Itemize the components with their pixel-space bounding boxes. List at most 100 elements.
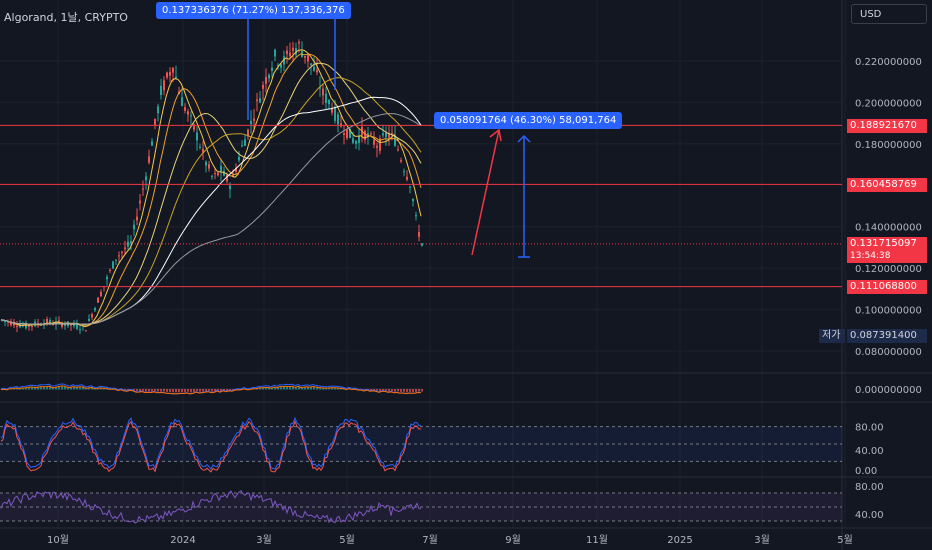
candle-body — [391, 132, 393, 135]
price-axis-tick: 0.080000000 — [855, 347, 922, 358]
candle-body — [88, 318, 90, 321]
candle-body — [115, 259, 117, 261]
macd-bar — [142, 389, 144, 391]
candle-body — [136, 216, 138, 221]
candle-body — [274, 49, 276, 57]
candle-body — [253, 118, 255, 121]
candle-body — [343, 133, 345, 135]
candle-body — [109, 270, 111, 272]
candle-body — [49, 320, 51, 323]
candle-body — [166, 72, 168, 78]
candle-body — [154, 118, 156, 126]
candle-body — [382, 133, 384, 136]
candle-body — [163, 80, 165, 91]
macd-bar — [160, 389, 162, 392]
candle-body — [151, 141, 153, 146]
candle-body — [397, 149, 399, 151]
symbol-title: Algorand, 1날, CRYPTO — [4, 11, 128, 24]
macd-bar — [178, 389, 180, 393]
macd-bar — [205, 389, 207, 392]
candle-body — [85, 330, 87, 332]
candle-body — [112, 261, 114, 269]
candle-body — [190, 115, 192, 117]
macd-bar — [406, 389, 408, 393]
measure-label-top: 0.137336376 (71.27%) 137,336,376 — [156, 2, 351, 19]
candle-body — [58, 320, 60, 322]
candle-body — [259, 98, 261, 103]
candle-body — [220, 165, 222, 173]
candle-body — [322, 88, 324, 96]
candle-body — [403, 171, 405, 173]
ma-line-30 — [0, 77, 422, 325]
macd-bar — [190, 389, 192, 393]
price-tag-h2: 0.160458769 — [847, 178, 927, 192]
macd-bar — [211, 389, 213, 392]
price-axis-tick: 0.220000000 — [855, 57, 922, 68]
candle-body — [280, 64, 282, 68]
candle-body — [70, 324, 72, 326]
time-axis-label: 3월 — [256, 534, 272, 546]
macd-bar — [415, 389, 417, 392]
candle-body — [262, 84, 264, 89]
candle-body — [355, 140, 357, 144]
candle-body — [376, 145, 378, 148]
candle-body — [94, 308, 96, 311]
price-axis-tick: 0.100000000 — [855, 306, 922, 317]
candle-body — [16, 326, 18, 328]
candle-body — [418, 232, 420, 237]
macd-bar — [202, 389, 204, 392]
candle-body — [133, 224, 135, 230]
candle-body — [211, 175, 213, 177]
macd-bar — [157, 389, 159, 392]
candle-body — [127, 241, 129, 247]
macd-bar — [397, 389, 399, 392]
candle-body — [298, 41, 300, 44]
candle-body — [217, 172, 219, 176]
candle-body — [400, 160, 402, 162]
candlestick-chart[interactable]: 0.220000000 0.200000000 0.180000000 0.14000… — [0, 0, 932, 550]
candle-body — [409, 186, 411, 188]
rsi-axis-tick: 80.00 — [855, 482, 884, 493]
candle-body — [64, 324, 66, 326]
candle-body — [97, 297, 99, 303]
candle-body — [79, 329, 81, 331]
macd-bar — [199, 389, 201, 392]
macd-bar — [151, 389, 153, 392]
candle-countdown: 13:54:38 — [850, 251, 891, 261]
time-axis-label: 2025 — [667, 535, 692, 546]
candle-body — [238, 156, 240, 161]
stoch-axis-tick: 0.00 — [855, 466, 877, 477]
macd-bar — [169, 389, 171, 393]
time-axis-label: 10월 — [47, 534, 69, 546]
candle-body — [187, 111, 189, 115]
current-price-value: 0.131715097 — [850, 238, 917, 249]
candle-body — [328, 100, 330, 105]
candle-body — [196, 132, 198, 141]
candle-body — [172, 67, 174, 73]
candle-body — [241, 145, 243, 147]
macd-bar — [409, 389, 411, 392]
macd-bar — [388, 389, 390, 392]
price-axis-tick: 0.140000000 — [855, 223, 922, 234]
candle-body — [169, 72, 171, 76]
candle-body — [268, 74, 270, 79]
macd-bar — [400, 389, 402, 392]
low-label: 저가 — [819, 329, 845, 343]
stoch-axis-tick: 80.00 — [855, 423, 884, 434]
rsi-axis-tick: 40.00 — [855, 510, 884, 521]
candle-body — [142, 188, 144, 190]
time-axis-label: 11월 — [586, 534, 608, 546]
time-axis-label: 9월 — [505, 534, 521, 546]
currency-selector[interactable]: USD — [851, 4, 927, 24]
candle-body — [250, 120, 252, 125]
low-value-tag: 0.087391400 — [847, 329, 927, 343]
macd-bar — [172, 389, 174, 393]
macd-bar — [391, 389, 393, 391]
candle-body — [106, 276, 108, 280]
candle-body — [334, 107, 336, 121]
candle-body — [316, 69, 318, 73]
candle-body — [325, 93, 327, 103]
candle-body — [304, 55, 306, 58]
projection-arrow-line — [471, 129, 500, 256]
macd-bar — [208, 389, 210, 391]
